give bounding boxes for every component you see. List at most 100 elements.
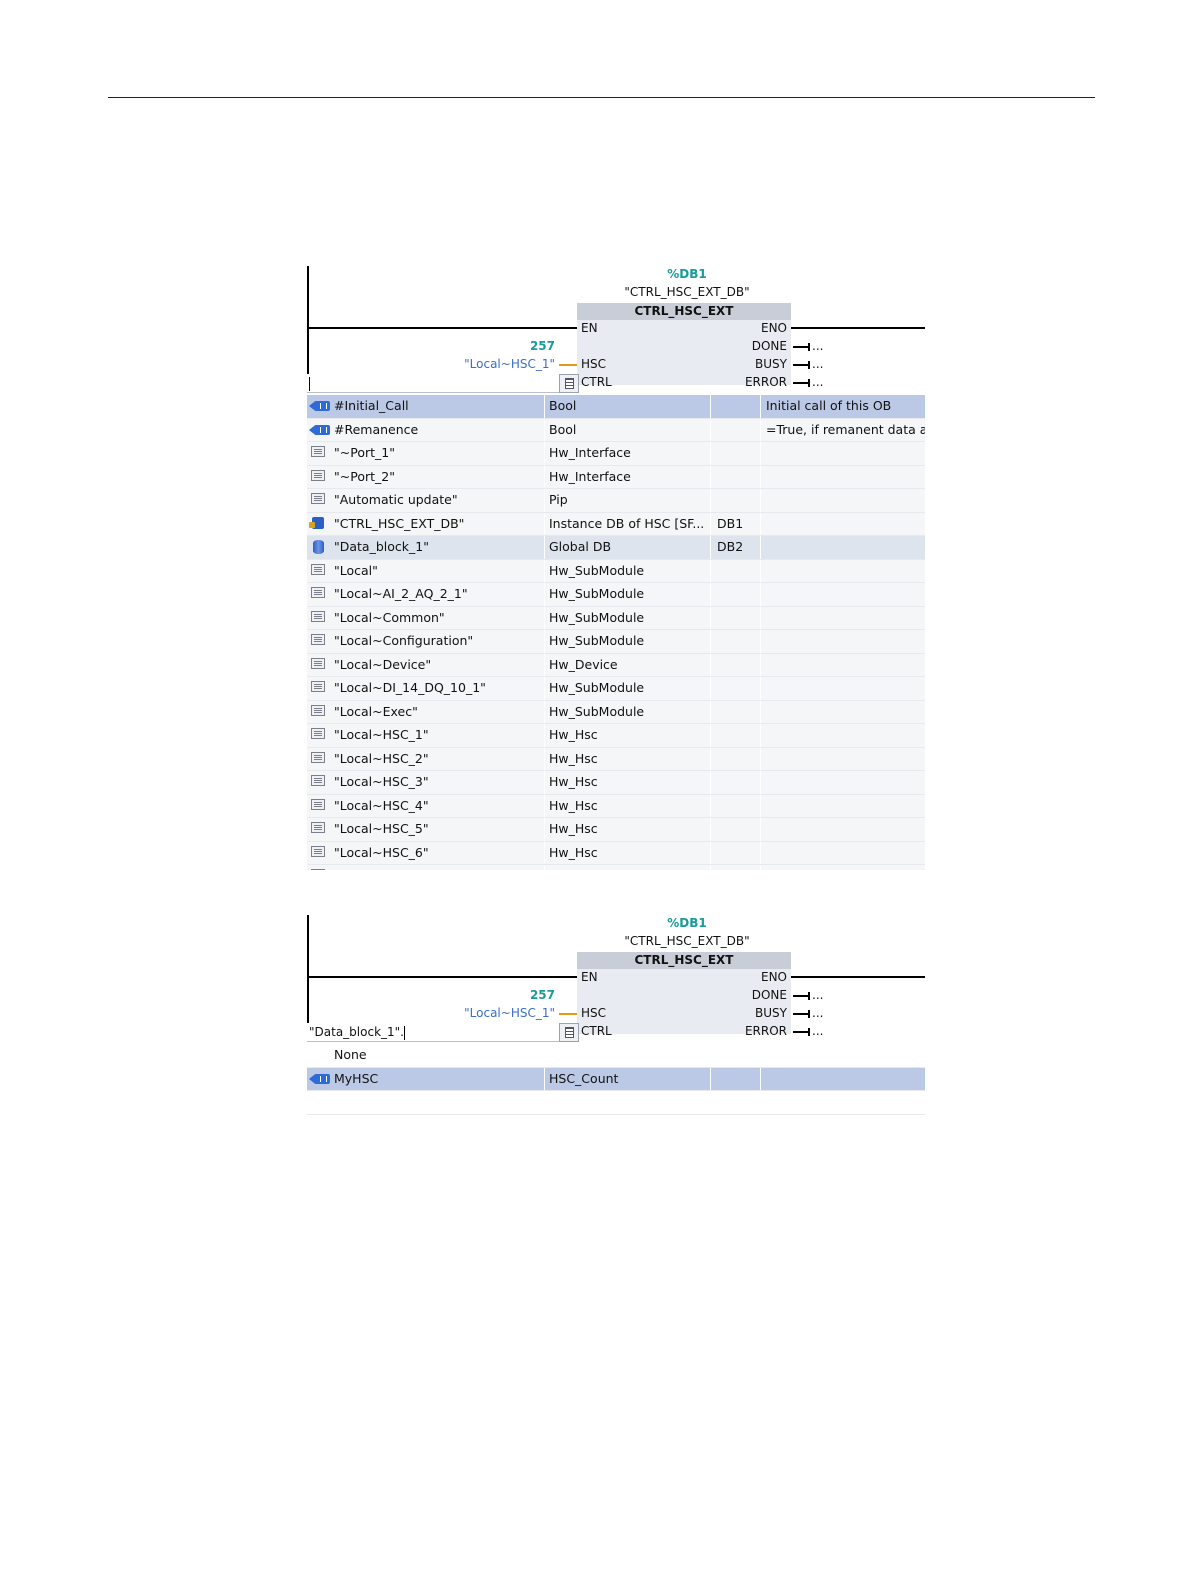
item-name: MyHSC [334,1070,379,1086]
list-item[interactable]: "Local~Common" Hw_SubModule [307,606,925,630]
list-item[interactable]: "Local~HSC_6" Hw_Hsc [307,841,925,865]
column-separator [760,724,761,747]
column-separator [760,1067,761,1090]
item-name: "Local~Exec" [334,703,418,719]
busy-output-wire [793,1010,810,1018]
column-separator [760,559,761,582]
error-output-value[interactable]: ... [812,1024,823,1038]
operand-picker-button[interactable] [559,374,579,393]
item-type: Hw_SubModule [549,865,711,870]
item-name: "Local~HSC_2" [334,750,429,766]
hardware-icon [309,563,327,578]
item-name: "Local~AI_2_AQ_2_1" [334,586,468,601]
hsc-input-tag[interactable]: "Local~HSC_1" [464,1006,555,1020]
list-item[interactable]: "Local~Configuration" Hw_SubModule [307,630,925,654]
list-item[interactable]: None [307,1044,925,1068]
list-item[interactable]: "Local~Exec" Hw_SubModule [307,700,925,724]
item-name: "Automatic update" [334,492,458,507]
pin-eno: ENO [760,321,787,335]
pin-hsc: HSC [581,357,607,371]
error-output-value[interactable]: ... [812,375,823,389]
hsc-input-tag[interactable]: "Local~HSC_1" [464,357,555,371]
list-item[interactable]: "Local~DI_14_DQ_10_1" Hw_SubModule [307,677,925,701]
item-type: Hw_SubModule [549,609,645,625]
list-item[interactable]: "~Port_2" Hw_Interface [307,465,925,489]
ctrl-operand-text: "Data_block_1". [309,1025,404,1039]
column-separator [544,536,545,559]
hardware-icon [309,469,327,484]
ladder-network-panel-1: %DB1 "CTRL_HSC_EXT_DB" CTRL_HSC_EXT EN H… [307,266,925,870]
list-item[interactable]: "Automatic update" Pip [307,489,925,513]
list-item[interactable]: "Local" Hw_SubModule [307,559,925,583]
done-output-value[interactable]: ... [812,988,823,1002]
list-item[interactable]: "Local~HSC_2" Hw_Hsc [307,747,925,771]
list-item[interactable]: "Local~AI_2_AQ_2_1" Hw_SubModule [307,583,925,607]
done-output-value[interactable]: ... [812,339,823,353]
item-type: Hw_Hsc [549,797,598,813]
busy-output-value[interactable]: ... [812,357,823,371]
item-name: "Local" [334,562,378,578]
pin-error: ERROR [744,1024,787,1038]
list-item[interactable]: #Initial_Call Bool Initial call of this OB [307,395,925,419]
item-type: Hw_SubModule [549,586,645,601]
operand-autocomplete-list: #Initial_Call Bool Initial call of this OB… [307,395,925,870]
hardware-icon [309,845,327,860]
list-item[interactable]: "Local~MC" Hw_SubModule [307,865,925,870]
list-item[interactable]: "Local~Device" Hw_Device [307,653,925,677]
pin-hsc: HSC [581,1006,607,1020]
hardware-icon [309,775,327,789]
list-item[interactable]: "~Port_1" Hw_Interface [307,442,925,466]
list-item[interactable]: #Remanence Bool =True, if remanent data a [307,418,925,442]
item-type: Hw_SubModule [549,633,645,648]
column-separator [760,583,761,606]
ctrl-operand-input[interactable] [307,374,559,393]
list-item[interactable]: MyHSC HSC_Count [307,1067,925,1091]
eno-wire [791,327,925,329]
column-separator [544,841,545,864]
pin-done: DONE [751,339,787,353]
column-separator [544,1067,545,1090]
list-item[interactable]: "Data_block_1" Global DB DB2 [307,536,925,560]
column-separator [760,653,761,676]
list-item[interactable]: "Local~HSC_3" Hw_Hsc [307,771,925,795]
instance-db-number: %DB1 [667,267,707,281]
column-separator [544,559,545,582]
ctrl-operand-input[interactable]: "Data_block_1". [307,1023,559,1042]
item-type: Hw_Interface [549,445,631,460]
done-output-wire [793,343,810,351]
column-separator [760,1044,761,1067]
column-separator [760,465,761,488]
item-name: "Local~HSC_6" [334,844,429,860]
column-separator [544,1044,545,1067]
busy-output-value[interactable]: ... [812,1006,823,1020]
item-type: Bool [549,421,577,437]
item-type: Hw_Hsc [549,750,598,766]
list-item[interactable]: "Local~HSC_4" Hw_Hsc [307,794,925,818]
column-separator [544,489,545,512]
item-address: DB1 [717,515,744,531]
list-item[interactable]: "CTRL_HSC_EXT_DB" Instance DB of HSC [SF.… [307,512,925,536]
pin-en: EN [581,970,598,984]
instance-db-name[interactable]: "CTRL_HSC_EXT_DB" [577,285,797,299]
list-item[interactable] [307,1091,925,1115]
list-item[interactable]: "Local~HSC_1" Hw_Hsc [307,724,925,748]
hsc-constant: 257 [529,988,555,1002]
instance-db-name[interactable]: "CTRL_HSC_EXT_DB" [577,934,797,948]
column-separator [760,442,761,465]
list-item[interactable]: "Local~HSC_5" Hw_Hsc [307,818,925,842]
operand-picker-button[interactable] [559,1023,579,1042]
column-separator [544,395,545,418]
hardware-icon [309,446,327,460]
list-icon [564,378,574,389]
list-icon [564,1027,574,1038]
column-separator [544,747,545,770]
column-separator [760,865,761,870]
item-name: #Initial_Call [334,398,409,413]
en-wire [307,327,577,329]
column-separator [760,747,761,770]
pin-done: DONE [751,988,787,1002]
function-block-title: CTRL_HSC_EXT [577,952,791,969]
item-type: Hw_SubModule [549,562,645,578]
item-name: "Local~Device" [334,656,432,672]
pin-busy: BUSY [755,1006,787,1020]
